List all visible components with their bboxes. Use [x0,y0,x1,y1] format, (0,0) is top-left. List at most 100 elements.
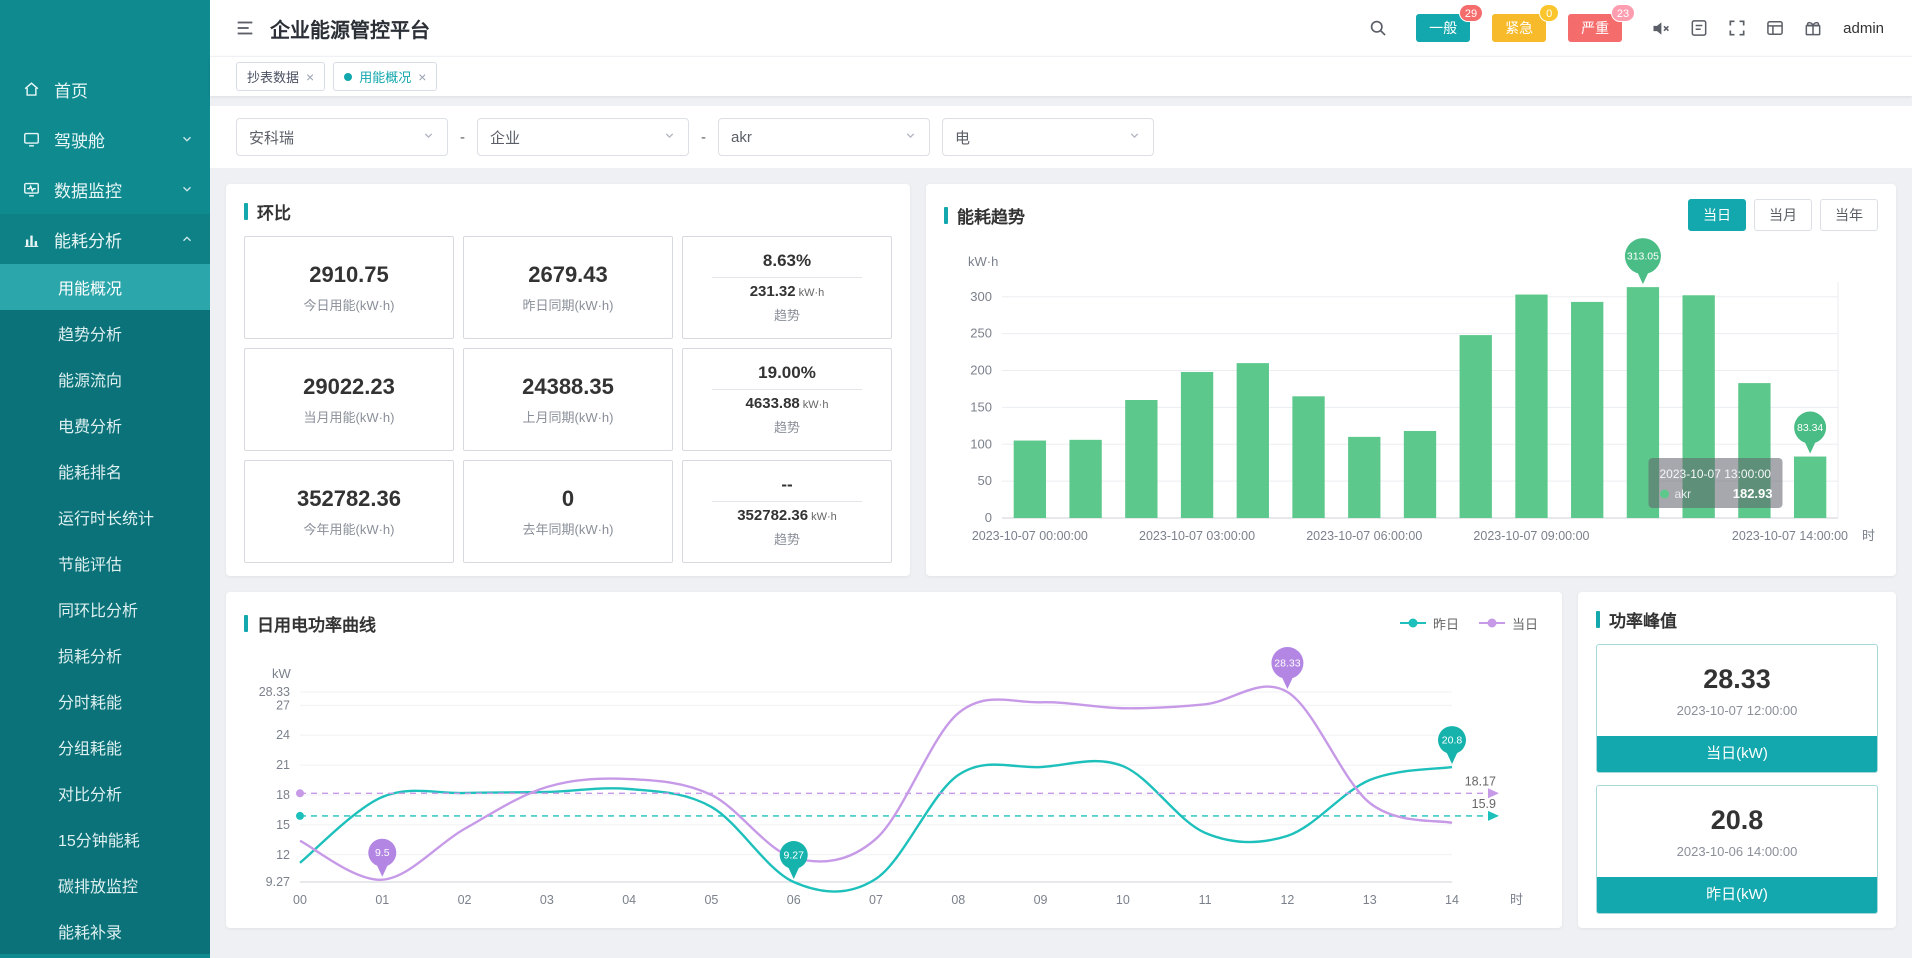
header: 企业能源管控平台 一般29紧急0严重23 admin [210,0,1912,56]
analysis-icon [22,229,42,249]
alarm-badge-严重[interactable]: 严重23 [1568,14,1622,42]
filter-select-value: 安科瑞 [249,127,422,148]
sidebar-subitem[interactable]: 运行时长统计 [0,494,210,540]
sidebar-subitem[interactable]: 能耗补录 [0,908,210,954]
legend-label: 当日 [1512,614,1538,633]
peak-footer-label: 当日(kW) [1597,736,1877,772]
sidebar-subitem[interactable]: 趋势分析 [0,310,210,356]
stat-label: 昨日同期(kW·h) [523,295,614,314]
layout-icon[interactable] [1765,18,1785,38]
tab-label: 抄表数据 [247,67,299,86]
filter-select-1[interactable]: 安科瑞 [236,118,448,156]
sidebar-subitem[interactable]: 用能概况 [0,264,210,310]
alarm-badge-紧急[interactable]: 紧急0 [1492,14,1546,42]
sidebar-subitem[interactable]: 碳排放监控 [0,862,210,908]
svg-text:14: 14 [1445,893,1459,907]
stat-value: 2679.43 [528,262,608,288]
card-title-trend: 能耗趋势 [944,203,1025,228]
sidebar-subitem[interactable]: 分组耗能 [0,724,210,770]
trend-delta-value: 231.32 [750,283,796,300]
fullscreen-icon[interactable] [1727,18,1747,38]
tab-用能概况[interactable]: 用能概况 × [333,62,437,91]
sidebar-subitem[interactable]: 对比分析 [0,770,210,816]
filter-select-3[interactable]: akr [718,118,930,156]
svg-text:15.9: 15.9 [1472,797,1496,811]
sidebar-item-label: 能耗分析 [54,227,122,252]
sidebar-subitem[interactable]: 损耗分析 [0,632,210,678]
period-switch: 当日当月当年 [1688,199,1878,231]
svg-text:2023-10-07 00:00:00: 2023-10-07 00:00:00 [972,529,1088,543]
stat-cell: 2910.75今日用能(kW·h) [244,236,454,339]
gift-icon[interactable] [1803,18,1823,38]
sidebar-subitem[interactable]: 同环比分析 [0,586,210,632]
mute-icon[interactable] [1650,18,1671,39]
legend-item-昨日[interactable]: 昨日 [1400,614,1459,633]
tab-close-icon[interactable]: × [306,70,314,84]
svg-text:04: 04 [622,893,636,907]
alarm-badge-label: 紧急 [1505,20,1533,36]
sidebar-item-label: 首页 [54,77,88,102]
stat-value: 0 [562,486,574,512]
filter-select-2[interactable]: 企业 [477,118,689,156]
peak-time: 2023-10-07 12:00:00 [1677,703,1798,718]
tab-label: 用能概况 [359,67,411,86]
stat-value: 352782.36 [297,486,401,512]
svg-text:2023-10-07 09:00:00: 2023-10-07 09:00:00 [1473,529,1589,543]
monitor-icon [22,179,42,199]
chevron-down-icon [663,129,676,146]
sidebar-item-data-monitor[interactable]: 数据监控 [0,164,210,214]
tab-close-icon[interactable]: × [418,70,426,84]
sidebar-subitem[interactable]: 能源流向 [0,356,210,402]
svg-text:9.5: 9.5 [375,847,390,859]
chevron-down-icon [1128,129,1141,146]
alarm-badge-count: 29 [1459,4,1483,22]
sidebar-item-energy-analysis[interactable]: 能耗分析 [0,214,210,264]
tab-抄表数据[interactable]: 抄表数据 × [236,62,325,91]
stat-cell: 24388.35上月同期(kW·h) [463,348,673,451]
sidebar-subitem[interactable]: 电费分析 [0,402,210,448]
svg-text:12: 12 [276,848,290,862]
filter-select-4[interactable]: 电 [942,118,1154,156]
svg-text:24: 24 [276,728,290,742]
sidebar-item-label: 驾驶舱 [54,127,105,152]
legend-line-dot [1400,622,1426,624]
peak-time: 2023-10-06 14:00:00 [1677,844,1798,859]
main-area: 企业能源管控平台 一般29紧急0严重23 admin 抄表数据×用能概况× 安科… [210,0,1912,958]
period-button-当日[interactable]: 当日 [1688,199,1746,231]
sidebar-item-home[interactable]: 首页 [0,64,210,114]
trend-label: 趋势 [774,529,800,548]
svg-text:21: 21 [276,758,290,772]
svg-text:13: 13 [1363,893,1377,907]
trend-label: 趋势 [774,417,800,436]
svg-text:02: 02 [458,893,472,907]
trend-percent: 8.63% [712,251,862,278]
stat-cell: 29022.23当月用能(kW·h) [244,348,454,451]
stat-value: 2910.75 [309,262,389,288]
sidebar-subitem[interactable]: 15分钟能耗 [0,816,210,862]
svg-text:300: 300 [970,289,992,304]
svg-text:313.05: 313.05 [1627,251,1659,263]
title-accent-bar [1596,611,1600,628]
alarm-badge-label: 一般 [1429,20,1457,36]
collapse-menu-icon[interactable] [234,17,256,39]
search-icon[interactable] [1368,18,1388,38]
trend-cell: --352782.36kW·h趋势 [682,460,892,563]
period-button-当月[interactable]: 当月 [1754,199,1812,231]
sidebar-subitem[interactable]: 节能评估 [0,540,210,586]
guide-icon[interactable] [1689,18,1709,38]
sidebar-subitem[interactable]: 能耗排名 [0,448,210,494]
alarm-badge-count: 23 [1611,4,1635,22]
user-name[interactable]: admin [1843,20,1884,37]
alarm-badge-count: 0 [1539,4,1559,22]
svg-text:28.33: 28.33 [1274,658,1300,670]
ring-compare-grid: 2910.75今日用能(kW·h) 2679.43 昨日同期(kW·h) 8.63% 2… [244,236,892,563]
svg-text:18.17: 18.17 [1465,774,1496,788]
period-button-当年[interactable]: 当年 [1820,199,1878,231]
alarm-badge-一般[interactable]: 一般29 [1416,14,1470,42]
chart-energy-trend[interactable]: 050100150200250300kW·h2023-10-07 00:00:0… [944,238,1878,562]
sidebar-subitem[interactable]: 分时耗能 [0,678,210,724]
legend-item-当日[interactable]: 当日 [1479,614,1538,633]
chart-power-curve[interactable]: 9.2712151821242728.33kW00010203040506070… [244,644,1544,916]
sidebar-item-cockpit[interactable]: 驾驶舱 [0,114,210,164]
svg-text:83.34: 83.34 [1797,422,1823,434]
